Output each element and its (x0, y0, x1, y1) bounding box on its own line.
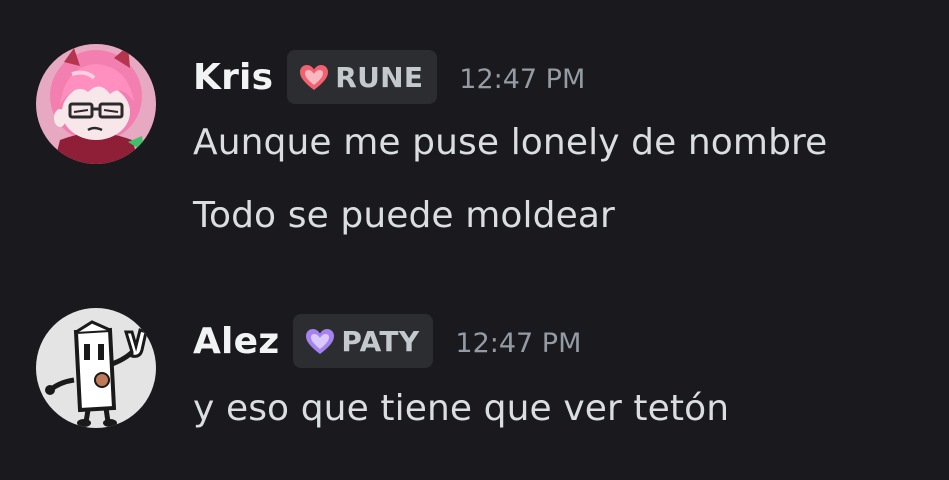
heart-icon (306, 328, 335, 354)
timestamp[interactable]: 12:47 PM (455, 328, 581, 359)
role-name: RUNE (335, 60, 424, 94)
message-text: y eso que tiene que ver tetón (193, 388, 730, 429)
message-text: Todo se puede moldear (193, 195, 615, 236)
role-tag[interactable]: PATY (293, 314, 434, 368)
avatar[interactable] (36, 44, 156, 164)
username[interactable]: Kris (193, 57, 273, 98)
avatar[interactable] (36, 308, 156, 428)
message-header: Alez PATY 12:47 PM (193, 314, 581, 368)
username[interactable]: Alez (193, 321, 279, 362)
timestamp[interactable]: 12:47 PM (459, 64, 585, 95)
role-name: PATY (341, 324, 420, 358)
chat-message-list: Kris RUNE 12:47 PM Aunque me puse lonely… (0, 0, 949, 480)
paper-character-avatar (36, 308, 156, 428)
pink-haired-character-avatar (36, 44, 156, 164)
message-header: Kris RUNE 12:47 PM (193, 50, 585, 104)
role-tag[interactable]: RUNE (287, 50, 438, 104)
message-text: Aunque me puse lonely de nombre (193, 122, 828, 163)
heart-icon (300, 64, 329, 90)
